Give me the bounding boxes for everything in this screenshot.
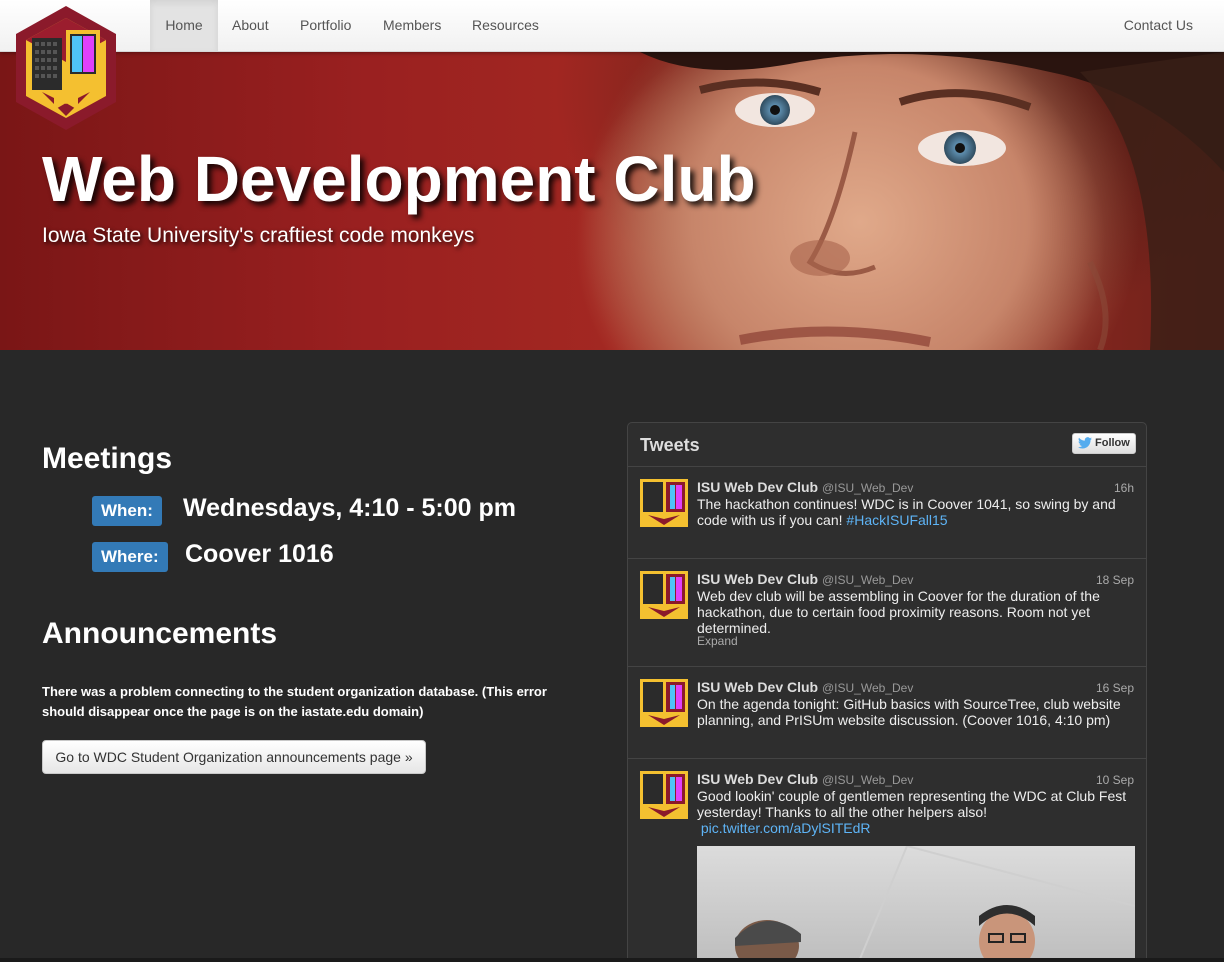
tweet-author[interactable]: ISU Web Dev Club @ISU_Web_Dev bbox=[697, 771, 913, 787]
nav-members[interactable]: Members bbox=[368, 0, 456, 51]
tweet-item[interactable]: ISU Web Dev Club @ISU_Web_Dev 10 Sep Goo… bbox=[628, 759, 1146, 962]
tweet-item[interactable]: ISU Web Dev Club @ISU_Web_Dev 16 Sep On … bbox=[628, 667, 1146, 759]
avatar[interactable] bbox=[640, 679, 688, 727]
avatar[interactable] bbox=[640, 571, 688, 619]
nav-portfolio[interactable]: Portfolio bbox=[285, 0, 366, 51]
tweet-text: The hackathon continues! WDC is in Coove… bbox=[697, 496, 1137, 528]
tweet-handle: @ISU_Web_Dev bbox=[821, 681, 914, 695]
pic-link[interactable]: pic.twitter.com/aDylSITEdR bbox=[701, 820, 871, 836]
tweet-author-name: ISU Web Dev Club bbox=[697, 679, 819, 695]
tweet-author-name: ISU Web Dev Club bbox=[697, 479, 819, 495]
tweets-header: Tweets Follow bbox=[628, 423, 1146, 467]
avatar[interactable] bbox=[640, 479, 688, 527]
navbar: Home About Portfolio Members Resources C… bbox=[0, 0, 1224, 52]
bottom-edge bbox=[0, 958, 1224, 962]
nav-about[interactable]: About bbox=[217, 0, 284, 51]
tweet-author[interactable]: ISU Web Dev Club @ISU_Web_Dev bbox=[697, 571, 913, 587]
nav-contact-us[interactable]: Contact Us bbox=[1109, 0, 1208, 51]
tweet-photo[interactable] bbox=[697, 846, 1135, 962]
tweet-text: Web dev club will be assembling in Coove… bbox=[697, 588, 1100, 636]
hashtag-link[interactable]: #HackISUFall15 bbox=[846, 512, 947, 528]
tweet-text: On the agenda tonight: GitHub basics wit… bbox=[697, 696, 1121, 728]
tweet-author-name: ISU Web Dev Club bbox=[697, 771, 819, 787]
tweets-title: Tweets bbox=[640, 435, 700, 455]
announcements-page-button[interactable]: Go to WDC Student Organization announcem… bbox=[42, 740, 426, 774]
meeting-time: Wednesdays, 4:10 - 5:00 pm bbox=[183, 494, 517, 522]
tweet-item[interactable]: ISU Web Dev Club @ISU_Web_Dev 16h The ha… bbox=[628, 467, 1146, 559]
avatar[interactable] bbox=[640, 771, 688, 819]
tweet-author[interactable]: ISU Web Dev Club @ISU_Web_Dev bbox=[697, 479, 913, 495]
tweet-handle: @ISU_Web_Dev bbox=[821, 573, 914, 587]
tweet-expand-link[interactable]: Expand bbox=[697, 634, 738, 648]
follow-label: Follow bbox=[1095, 437, 1130, 449]
hero-banner: Web Development Club Iowa State Universi… bbox=[0, 52, 1224, 350]
tweet-handle: @ISU_Web_Dev bbox=[821, 481, 914, 495]
when-label: When: bbox=[92, 496, 162, 526]
where-label: Where: bbox=[92, 542, 168, 572]
database-error-message: There was a problem connecting to the st… bbox=[42, 684, 547, 719]
meetings-heading: Meetings bbox=[42, 442, 173, 475]
nav-home[interactable]: Home bbox=[150, 0, 218, 51]
tweet-body: Good lookin' couple of gentlemen represe… bbox=[697, 788, 1127, 820]
twitter-timeline-widget[interactable]: Tweets Follow ISU Web Dev Club @ISU_Web_… bbox=[627, 422, 1147, 962]
tweet-timestamp[interactable]: 16h bbox=[1114, 481, 1134, 495]
twitter-bird-icon bbox=[1078, 437, 1092, 449]
tweet-author[interactable]: ISU Web Dev Club @ISU_Web_Dev bbox=[697, 679, 913, 695]
page-subtitle: Iowa State University's craftiest code m… bbox=[42, 224, 475, 247]
club-fest-photo bbox=[735, 846, 1135, 962]
tweet-author-name: ISU Web Dev Club bbox=[697, 571, 819, 587]
nav-resources[interactable]: Resources bbox=[457, 0, 554, 51]
tweet-timestamp[interactable]: 10 Sep bbox=[1096, 773, 1134, 787]
tweet-handle: @ISU_Web_Dev bbox=[821, 773, 914, 787]
tweet-item[interactable]: ISU Web Dev Club @ISU_Web_Dev 18 Sep Web… bbox=[628, 559, 1146, 667]
announcements-heading: Announcements bbox=[42, 617, 278, 650]
page-title: Web Development Club bbox=[42, 143, 756, 215]
club-logo-icon[interactable] bbox=[12, 4, 120, 132]
tweet-timestamp[interactable]: 16 Sep bbox=[1096, 681, 1134, 695]
meeting-location: Coover 1016 bbox=[185, 540, 334, 568]
tweet-text: Good lookin' couple of gentlemen represe… bbox=[697, 788, 1137, 836]
tweet-timestamp[interactable]: 18 Sep bbox=[1096, 573, 1134, 587]
follow-button[interactable]: Follow bbox=[1072, 433, 1136, 454]
